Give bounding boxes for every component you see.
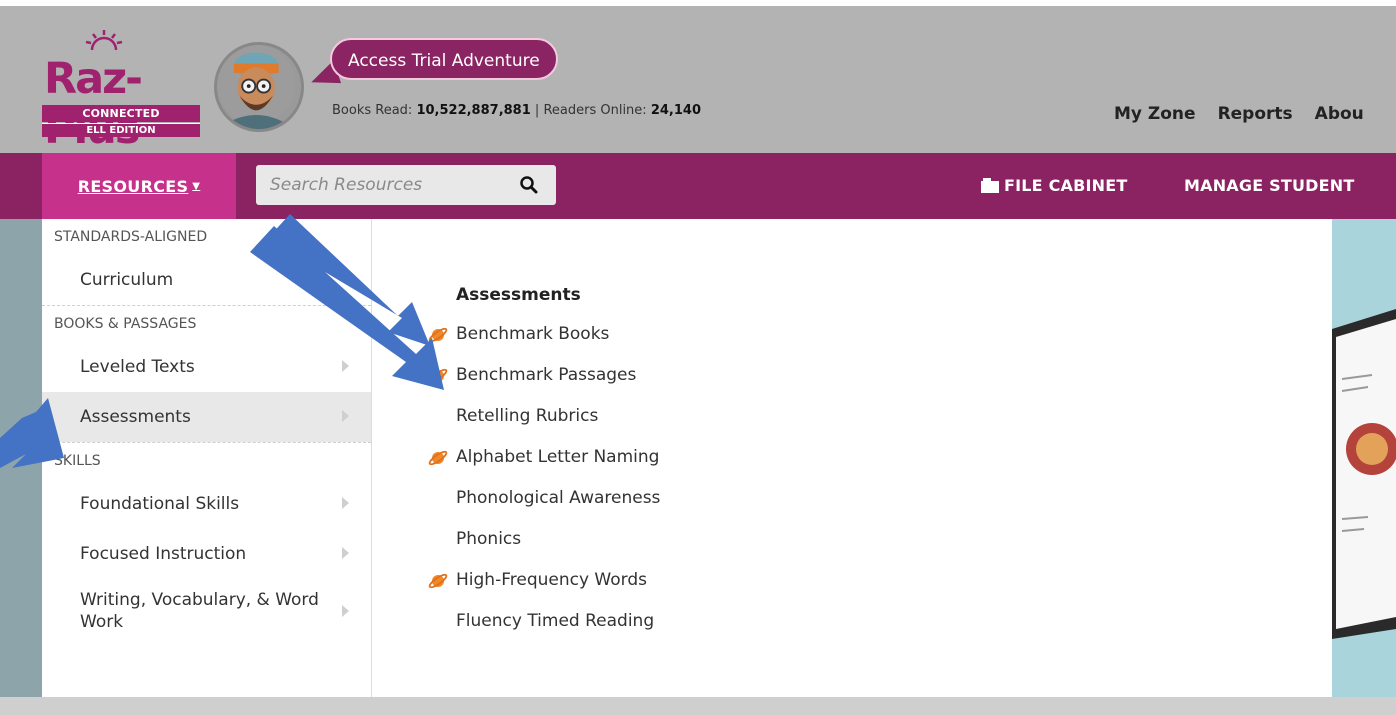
site-header: Raz-Plus CONNECTED CLASSROOM ELL EDITION… (0, 0, 1396, 154)
menu-item-label: Assessments (80, 407, 191, 427)
menu-item-label: Curriculum (80, 270, 174, 290)
top-nav: My Zone Reports Abou (1114, 104, 1364, 124)
chevron-right-icon (342, 497, 349, 509)
file-cabinet-link[interactable]: FILE CABINET (980, 153, 1128, 219)
manage-students-link[interactable]: MANAGE STUDENT (1184, 153, 1354, 219)
resources-menu: STANDARDS-ALIGNED Curriculum BOOKS & PAS… (42, 219, 372, 715)
footer-strip (0, 697, 1396, 715)
planet-icon (428, 573, 448, 589)
logo-edition-line1: CONNECTED CLASSROOM (42, 105, 200, 137)
resources-bar: RESOURCES ▼ FILE CABINET MANAGE STUDENT (0, 153, 1396, 219)
planet-icon (428, 368, 448, 384)
chevron-right-icon (342, 547, 349, 559)
file-cabinet-label: FILE CABINET (1004, 176, 1128, 195)
menu-item-assessments[interactable]: Assessments (42, 392, 371, 442)
menu-item-label: Writing, Vocabulary, & Word Work (80, 590, 319, 632)
chevron-right-icon (342, 360, 349, 372)
submenu-item-benchmark-books[interactable]: Benchmark Books (456, 324, 609, 344)
access-trial-adventure-button[interactable]: Access Trial Adventure (330, 38, 558, 80)
menu-item-foundational-skills[interactable]: Foundational Skills (42, 479, 371, 529)
caret-down-icon: ▼ (192, 180, 201, 192)
books-read-value: 10,522,887,881 (416, 103, 531, 118)
stats-separator: | (534, 103, 540, 118)
menu-item-writing-vocabulary-word-work[interactable]: Writing, Vocabulary, & Word Work (42, 579, 371, 643)
submenu-item-phonological-awareness[interactable]: Phonological Awareness (456, 488, 660, 508)
section-skills: SKILLS (54, 453, 101, 469)
submenu-item-high-frequency-words[interactable]: High-Frequency Words (456, 570, 647, 590)
planet-icon (428, 450, 448, 466)
readers-online-value: 24,140 (650, 103, 701, 118)
menu-item-focused-instruction[interactable]: Focused Instruction (42, 529, 371, 579)
assessments-submenu: Assessments Benchmark Books Benchmark Pa… (372, 219, 1332, 715)
logo-wordmark: Raz-Plus (44, 54, 143, 154)
planet-icon (428, 327, 448, 343)
resources-label: RESOURCES (77, 176, 189, 196)
submenu-item-phonics[interactable]: Phonics (456, 529, 521, 549)
section-books-passages: BOOKS & PASSAGES (54, 316, 197, 332)
site-stats: Books Read: 10,522,887,881 | Readers Onl… (332, 103, 701, 118)
submenu-item-fluency-timed-reading[interactable]: Fluency Timed Reading (456, 611, 654, 631)
search-icon[interactable] (519, 175, 539, 195)
menu-item-curriculum[interactable]: Curriculum (42, 255, 371, 305)
menu-item-label: Focused Instruction (80, 544, 247, 564)
avatar-character-icon (217, 45, 296, 129)
menu-item-label: Leveled Texts (80, 357, 195, 377)
file-cabinet-icon (981, 178, 999, 193)
menu-item-label: Foundational Skills (80, 494, 240, 514)
search-input[interactable] (256, 165, 496, 205)
nav-my-zone[interactable]: My Zone (1114, 104, 1196, 124)
submenu-item-alphabet-letter-naming[interactable]: Alphabet Letter Naming (456, 447, 659, 467)
raz-plus-logo[interactable]: Raz-Plus CONNECTED CLASSROOM ELL EDITION (42, 28, 200, 154)
submenu-title: Assessments (456, 285, 581, 305)
logo-edition-line2: ELL EDITION (42, 123, 200, 137)
submenu-item-benchmark-passages[interactable]: Benchmark Passages (456, 365, 636, 385)
tablet-illustration-icon (1332, 309, 1396, 639)
promo-tablet-image (1332, 219, 1396, 715)
section-standards-aligned: STANDARDS-ALIGNED (54, 229, 208, 245)
menu-item-leveled-texts[interactable]: Leveled Texts (42, 342, 371, 392)
nav-reports[interactable]: Reports (1218, 104, 1293, 124)
search-box (256, 165, 556, 205)
nav-about[interactable]: Abou (1315, 104, 1364, 124)
resources-menu-button[interactable]: RESOURCES ▼ (42, 153, 236, 219)
readers-online-label: Readers Online: (543, 103, 647, 118)
submenu-item-retelling-rubrics[interactable]: Retelling Rubrics (456, 406, 598, 426)
avatar[interactable] (214, 42, 304, 132)
chevron-right-icon (342, 605, 349, 617)
chevron-right-icon (342, 410, 349, 422)
logo-sun-icon (85, 30, 123, 51)
books-read-label: Books Read: (332, 103, 413, 118)
